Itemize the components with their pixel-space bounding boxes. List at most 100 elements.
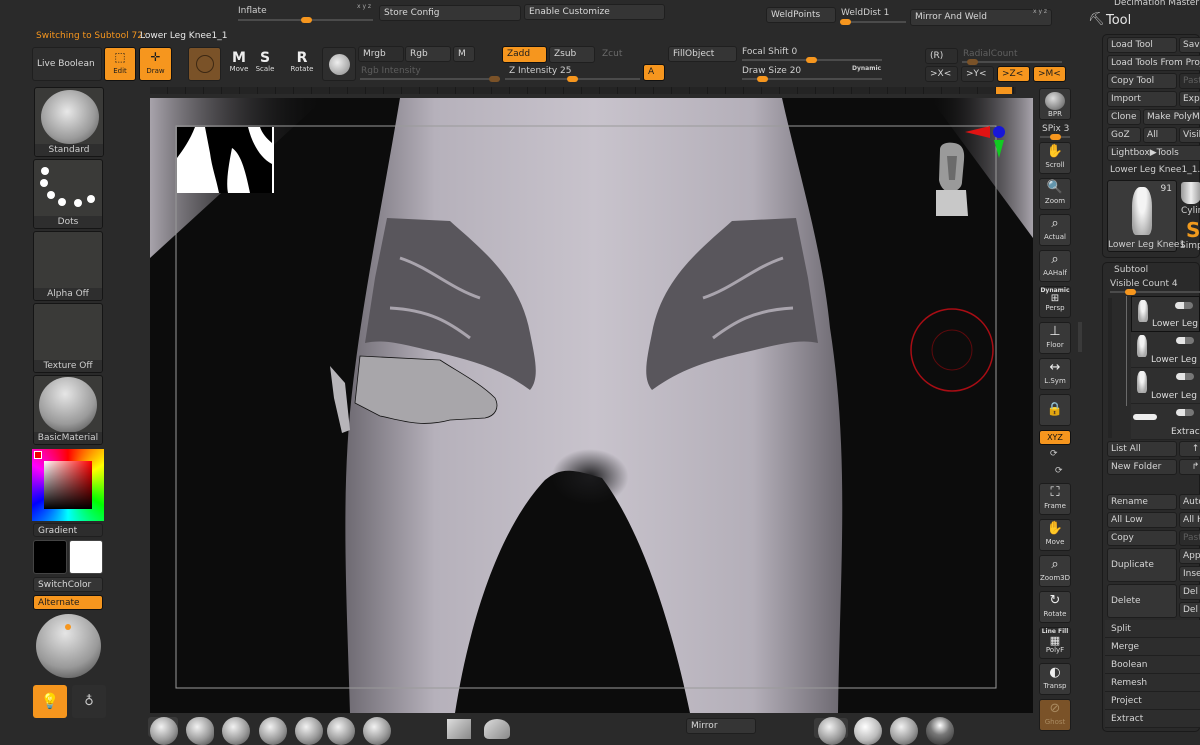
boolean-menu[interactable]: Boolean — [1105, 656, 1200, 674]
persp-button[interactable]: Dynamic ⊞ Persp — [1039, 286, 1071, 318]
weld-dist-knob[interactable] — [840, 19, 851, 25]
secondary-color-swatch[interactable] — [69, 540, 103, 574]
mirror-and-weld-button[interactable]: Mirror And Weld — [910, 9, 1052, 26]
spix-knob[interactable] — [1050, 134, 1061, 140]
visibility-toggle-icon[interactable] — [1175, 302, 1193, 309]
aahalf-button[interactable]: ⌕ AAHalf — [1039, 250, 1071, 282]
gradient-button[interactable]: Gradient — [33, 523, 103, 537]
material-thumb-basic[interactable] — [818, 717, 846, 745]
sculptris-pro-button[interactable] — [188, 47, 221, 81]
split-menu[interactable]: Split — [1105, 620, 1200, 638]
simple-brush-thumbnail-icon[interactable]: S — [1186, 218, 1200, 242]
main-color-swatch[interactable] — [33, 540, 67, 574]
brush-claybuildup-thumb[interactable] — [222, 717, 250, 745]
focal-shift-knob[interactable] — [806, 57, 817, 63]
color-picker[interactable] — [32, 449, 104, 521]
brush-clay-thumb[interactable] — [186, 717, 214, 745]
material-thumb-matcap[interactable] — [890, 717, 918, 745]
light-on-button[interactable]: 💡 — [33, 685, 67, 718]
mrgb-button[interactable]: Mrgb — [358, 46, 404, 62]
decimation-master-menu[interactable]: Decimation Master — [1114, 0, 1199, 8]
sym-m-button[interactable]: >M< — [1033, 66, 1066, 82]
inflate-xyz-toggle[interactable]: x y z — [357, 3, 371, 10]
del-all-button[interactable]: Del — [1179, 602, 1200, 618]
spix-slider[interactable] — [1040, 134, 1070, 140]
material-slot[interactable]: BasicMaterial — [33, 375, 103, 445]
list-all-button[interactable]: List All — [1107, 441, 1177, 457]
visibility-toggle-icon[interactable] — [1176, 337, 1194, 344]
viewport-canvas[interactable] — [150, 98, 1033, 713]
all-low-button[interactable]: All Low — [1107, 512, 1177, 528]
dynamic-toggle[interactable]: Dynamic — [852, 65, 881, 72]
cylinder-thumbnail-icon[interactable] — [1181, 182, 1200, 204]
radial-r-button[interactable]: (R) — [925, 48, 958, 64]
light-position-handle[interactable] — [65, 624, 71, 630]
inflate-slider[interactable] — [238, 17, 373, 23]
lightbox-tools-button[interactable]: Lightbox▶Tools — [1107, 145, 1200, 161]
texture-slot[interactable]: Texture Off — [33, 303, 103, 373]
subtool-title[interactable]: Subtool — [1114, 265, 1148, 275]
visibility-toggle-icon[interactable] — [1176, 373, 1194, 380]
store-config-button[interactable]: Store Config — [379, 5, 521, 21]
zoom-button[interactable]: 🔍 Zoom — [1039, 178, 1071, 210]
rename-button[interactable]: Rename — [1107, 494, 1177, 510]
move-folder-button[interactable]: ↱ — [1179, 459, 1200, 475]
ghost-button[interactable]: ⊘ Ghost — [1039, 699, 1071, 731]
all-high-button[interactable]: All H — [1179, 512, 1200, 528]
project-menu[interactable]: Project — [1105, 692, 1200, 710]
polyf-button[interactable]: Line Fill ▦ PolyF — [1039, 627, 1071, 659]
primitive-cube-thumb[interactable] — [447, 719, 471, 739]
mirror-xyz-toggle[interactable]: x y z — [1033, 8, 1047, 15]
move-up-button[interactable]: ↑ — [1179, 441, 1200, 457]
current-tool-name[interactable]: Lower Leg Knee1_1. 4 — [1110, 165, 1200, 175]
rgb-intensity-slider[interactable] — [360, 76, 500, 82]
new-folder-button[interactable]: New Folder — [1107, 459, 1177, 475]
bpr-button[interactable]: BPR — [1039, 88, 1071, 120]
tool-thumbnail-current[interactable]: 91 Lower Leg Knee1 — [1107, 180, 1185, 252]
live-boolean-button[interactable]: Live Boolean — [32, 47, 102, 81]
rotate-button[interactable]: R Rotate — [290, 51, 314, 73]
floor-button[interactable]: ⊥ Floor — [1039, 322, 1071, 354]
frame-button[interactable]: ⛶ Frame — [1039, 483, 1071, 515]
tool-panel-title[interactable]: Tool — [1106, 13, 1131, 28]
switch-color-button[interactable]: SwitchColor — [33, 577, 103, 592]
z-intensity-knob[interactable] — [567, 76, 578, 82]
rgb-button[interactable]: Rgb — [405, 46, 451, 62]
subtool-scrollbar[interactable] — [1108, 298, 1112, 438]
brush-move-thumb[interactable] — [259, 717, 287, 745]
brush-slot[interactable]: Standard — [34, 87, 104, 157]
zoom3d-button[interactable]: ⌕ Zoom3D — [1039, 555, 1071, 587]
radial-count-knob[interactable] — [967, 59, 978, 65]
zadd-button[interactable]: Zadd — [502, 46, 547, 63]
rotate-z-icon[interactable]: ⟳ — [1055, 466, 1063, 476]
camera-lock-button[interactable]: 🔒 — [1039, 394, 1071, 426]
right-shelf-scroll[interactable] — [1078, 322, 1082, 352]
insert-button[interactable]: Inse — [1179, 566, 1200, 582]
zcut-button[interactable]: Zcut — [597, 46, 643, 63]
goz-all-button[interactable]: All — [1143, 127, 1177, 143]
subtool-item[interactable]: Lower Leg K — [1131, 296, 1200, 332]
merge-menu[interactable]: Merge — [1105, 638, 1200, 656]
z-intensity-slider[interactable] — [505, 76, 640, 82]
scroll-button[interactable]: ✋ Scroll — [1039, 142, 1071, 174]
draw-size-knob[interactable] — [757, 76, 768, 82]
make-polymesh-button[interactable]: Make PolyMe — [1143, 109, 1200, 125]
actual-button[interactable]: ⌕ Actual — [1039, 214, 1071, 246]
sym-y-button[interactable]: >Y< — [961, 66, 994, 82]
fill-object-button[interactable]: FillObject — [668, 46, 737, 62]
brush-dam-standard-thumb[interactable] — [327, 717, 355, 745]
rgb-intensity-knob[interactable] — [489, 76, 500, 82]
del-other-button[interactable]: Del — [1179, 584, 1200, 600]
alternate-button[interactable]: Alternate — [33, 595, 103, 610]
draw-button[interactable]: ✛ Draw — [139, 47, 172, 81]
sym-x-button[interactable]: >X< — [925, 66, 958, 82]
weld-points-button[interactable]: WeldPoints — [766, 7, 836, 23]
visibility-toggle-icon[interactable] — [1176, 409, 1194, 416]
mesh-thumb[interactable] — [484, 719, 510, 739]
brush-trim-thumb[interactable] — [363, 717, 391, 745]
a-button[interactable]: A — [643, 64, 665, 81]
copy-tool-button[interactable]: Copy Tool — [1107, 73, 1177, 89]
brush-standard-thumb[interactable] — [150, 717, 178, 745]
extract-menu[interactable]: Extract — [1105, 710, 1200, 728]
material-thumb-skin[interactable] — [926, 717, 954, 745]
